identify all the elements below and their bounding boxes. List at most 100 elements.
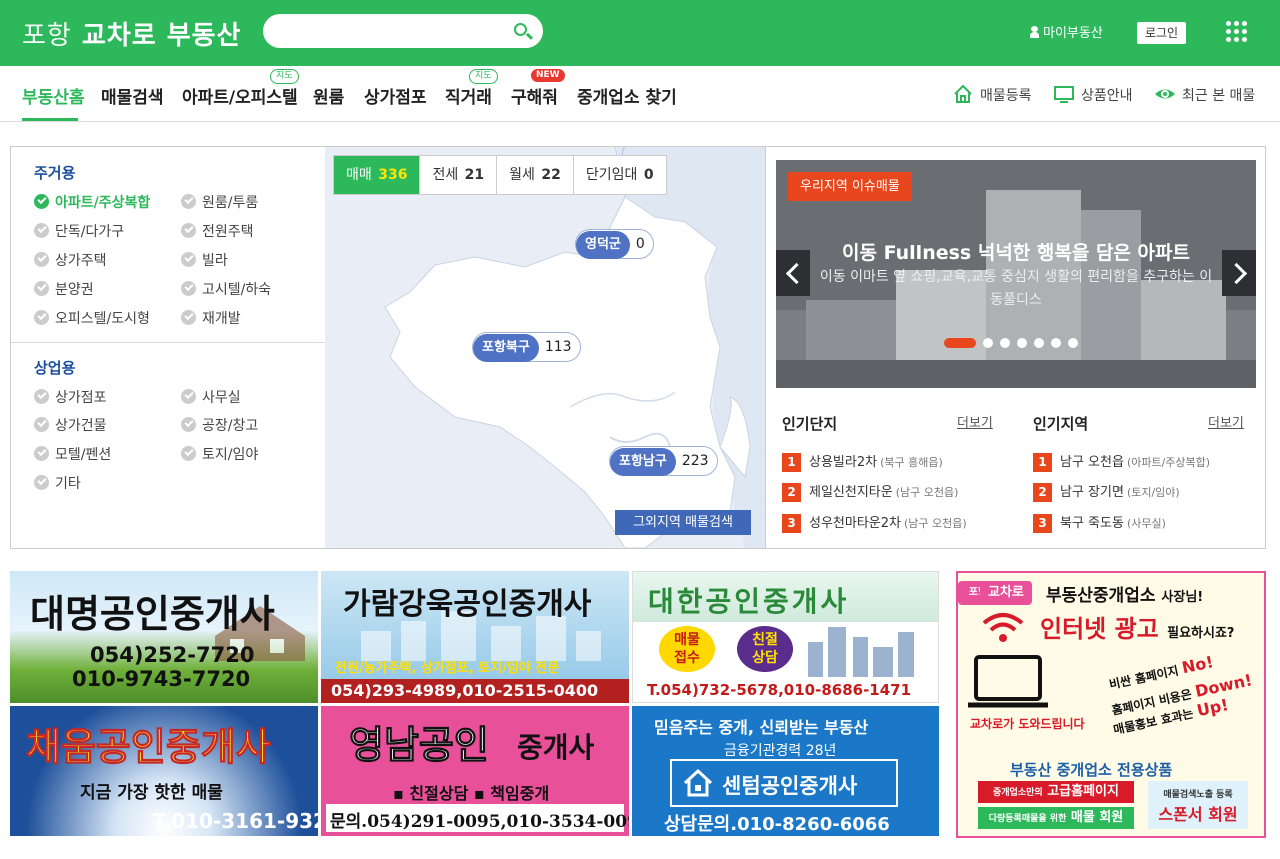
rank-item[interactable]: 3 성우천마타운2차 (남구 오천읍) xyxy=(782,512,967,533)
category-item[interactable]: 상가건물 xyxy=(34,415,107,435)
ad-name: 대한공인중개사 xyxy=(648,585,850,618)
ad-phone: 상담문의.010-8260-6066 xyxy=(664,814,890,835)
ad-subtitle: 믿음주는 중개, 신뢰받는 부동산 xyxy=(654,718,869,737)
site-logo[interactable]: 포항 교차로 부동산 xyxy=(22,15,241,52)
slide-dot[interactable] xyxy=(983,338,993,348)
logo-text-a: 포항 xyxy=(22,21,72,51)
category-item[interactable]: 오피스텔/도시형 xyxy=(34,308,150,328)
util-register-listing[interactable]: 매물등록 xyxy=(954,84,1032,105)
category-item[interactable]: 모텔/펜션 xyxy=(34,444,111,464)
rank-item[interactable]: 1 상용빌라2차 (북구 흥해읍) xyxy=(782,451,943,472)
category-item[interactable]: 상가점포 xyxy=(34,387,107,407)
banner-title: 이동 Fullness 넉넉한 행복을 담은 아파트 xyxy=(842,242,1190,264)
promo-help: 교차로가 도와드립니다 xyxy=(970,717,1085,731)
wifi-icon xyxy=(982,613,1024,642)
popular-complex-title: 인기단지 xyxy=(782,415,838,433)
category-item[interactable]: 원룸/투룸 xyxy=(181,192,258,212)
rank-item[interactable]: 2 남구 장기면 (토지/임야) xyxy=(1033,481,1180,502)
nav-store[interactable]: 상가점포 xyxy=(364,83,427,108)
next-arrow-icon[interactable] xyxy=(1222,250,1256,296)
ad-phone: 054)293-4989,010-2515-0400 xyxy=(331,681,599,700)
region-pin-buk[interactable]: 포항북구 113 xyxy=(472,332,581,362)
slide-dot[interactable] xyxy=(1068,338,1078,348)
util-product-info[interactable]: 상품안내 xyxy=(1054,85,1133,105)
login-button[interactable]: 로그인 xyxy=(1137,22,1186,44)
promo-banner[interactable]: 포항 교차로 부동산중개업소 사장님! 인터넷 광고 필요하시죠? 비싼 홈페이… xyxy=(956,571,1266,838)
banner-desc: 이동 이마트 옆 쇼핑,교육,교통 중심지 생활의 편리함을 추구하는 이동풀디… xyxy=(819,269,1213,308)
rank-item[interactable]: 3 북구 죽도동 (사무실) xyxy=(1033,512,1166,533)
prev-arrow-icon[interactable] xyxy=(776,250,810,296)
region-pin-nam[interactable]: 포항남구 223 xyxy=(609,446,718,476)
rank-item[interactable]: 1 남구 오천읍 (아파트/주상복합) xyxy=(1033,451,1210,472)
ad-banner[interactable]: 믿음주는 중개, 신뢰받는 부동산 금융기관경력 28년 센텀공인중개사 상담문… xyxy=(632,706,939,836)
category-item[interactable]: 고시텔/하숙 xyxy=(181,279,271,299)
ad-phone: 054)252-7720 xyxy=(90,643,255,667)
top-header: 포항 교차로 부동산 마이부동산 로그인 xyxy=(0,0,1280,66)
category-item[interactable]: 빌라 xyxy=(181,250,228,270)
map-tag: 지도 xyxy=(469,69,498,84)
search-input[interactable] xyxy=(263,14,543,48)
region-map[interactable]: 매매 336 전세 21 월세 22 단기임대 0 영덕군 0 포항북구 113 포… xyxy=(325,147,765,548)
category-item[interactable]: 분양권 xyxy=(34,279,94,299)
ad-name-suffix: 중개사 xyxy=(517,731,595,764)
category-item[interactable]: 공장/창고 xyxy=(181,415,258,435)
more-link[interactable]: 더보기 xyxy=(1208,412,1244,431)
check-icon xyxy=(34,475,49,490)
logo-text-b: 교차로 부동산 xyxy=(81,21,242,51)
ad-banner[interactable]: 채움공인중개사 지금 가장 핫한 매물 T.010-3161-9321 xyxy=(10,706,318,836)
other-region-button[interactable]: 그외지역 매물검색 xyxy=(615,510,751,535)
category-item[interactable]: 기타 xyxy=(34,473,81,493)
nav-agency-find[interactable]: 중개업소 찾기 xyxy=(577,83,677,108)
nav-direct-deal[interactable]: 직거래 xyxy=(445,83,492,108)
category-item[interactable]: 단독/다가구 xyxy=(34,221,124,241)
ad-phone: 문의.054)291-0095,010-3534-0095 xyxy=(330,812,629,832)
ad-banner[interactable]: 대명공인중개사 054)252-7720 010-9743-7720 xyxy=(10,571,318,703)
slide-dot[interactable] xyxy=(1000,338,1010,348)
check-icon xyxy=(181,389,196,404)
ad-name: 영남공인 xyxy=(349,723,490,768)
grid-menu-icon[interactable] xyxy=(1226,21,1247,42)
tab-jeonse[interactable]: 전세 21 xyxy=(420,156,498,194)
popular-region-title: 인기지역 xyxy=(1033,415,1089,433)
ad-banner[interactable]: 영남공인 중개사 ▪ 친절상담 ▪ 책임중개 문의.054)291-0095,0… xyxy=(321,706,629,836)
category-item[interactable]: 사무실 xyxy=(181,387,241,407)
ad-phone: 010-9743-7720 xyxy=(72,667,251,691)
util-recent-viewed[interactable]: 최근 본 매물 xyxy=(1155,85,1255,105)
tab-monthly-rent[interactable]: 월세 22 xyxy=(497,156,574,194)
ad-name: 가람강욱공인중개사 xyxy=(343,587,592,622)
category-item[interactable]: 재개발 xyxy=(181,308,241,328)
promo-product-title: 부동산 중개업소 전용상품 xyxy=(1010,761,1173,779)
ad-banner[interactable]: 가람강욱공인중개사 전원/농가주택, 상가점포, 토지/임야 전문 054)29… xyxy=(321,571,629,703)
ad-banner[interactable]: 대한공인중개사 매물 접수 친절 상담 T.054)732-5678,010-8… xyxy=(632,571,939,703)
nav-real-estate-home[interactable]: 부동산홈 xyxy=(22,83,85,108)
rank-item[interactable]: 2 제일신천지타운 (남구 오천읍) xyxy=(782,481,958,502)
tab-short-term[interactable]: 단기임대 0 xyxy=(574,156,666,194)
mypage-label: 마이부동산 xyxy=(1043,26,1103,41)
slide-dot[interactable] xyxy=(1034,338,1044,348)
category-item[interactable]: 아파트/주상복합 xyxy=(34,192,150,212)
check-icon xyxy=(181,252,196,267)
util-label: 상품안내 xyxy=(1081,88,1133,104)
mypage-link[interactable]: 마이부동산 xyxy=(1030,22,1103,41)
region-pin-yeongdeok[interactable]: 영덕군 0 xyxy=(575,229,654,259)
ad-phone: T.010-3161-9321 xyxy=(153,809,318,833)
active-underline xyxy=(22,118,78,121)
deal-type-tabs: 매매 336 전세 21 월세 22 단기임대 0 xyxy=(333,155,667,195)
nav-apartment-officetel[interactable]: 아파트/오피스텔 xyxy=(182,83,298,108)
nav-listing-search[interactable]: 매물검색 xyxy=(101,83,164,108)
issue-banner[interactable]: 우리지역 이슈매물 이동 Fullness 넉넉한 행복을 담은 아파트 이동 … xyxy=(776,160,1256,388)
category-item[interactable]: 상가주택 xyxy=(34,250,107,270)
search-icon[interactable] xyxy=(514,23,527,36)
nav-find-for-me[interactable]: 구해줘 xyxy=(511,83,558,108)
slide-dot[interactable] xyxy=(944,338,976,348)
more-link[interactable]: 더보기 xyxy=(957,412,993,431)
check-icon xyxy=(181,310,196,325)
slide-dot[interactable] xyxy=(1017,338,1027,348)
check-icon xyxy=(34,194,49,209)
category-item[interactable]: 토지/임야 xyxy=(181,444,258,464)
slide-dot[interactable] xyxy=(1051,338,1061,348)
tab-sale[interactable]: 매매 336 xyxy=(334,156,421,194)
nav-oneroom[interactable]: 원룸 xyxy=(313,83,344,108)
issue-tag: 우리지역 이슈매물 xyxy=(788,172,912,201)
category-item[interactable]: 전원주택 xyxy=(181,221,254,241)
